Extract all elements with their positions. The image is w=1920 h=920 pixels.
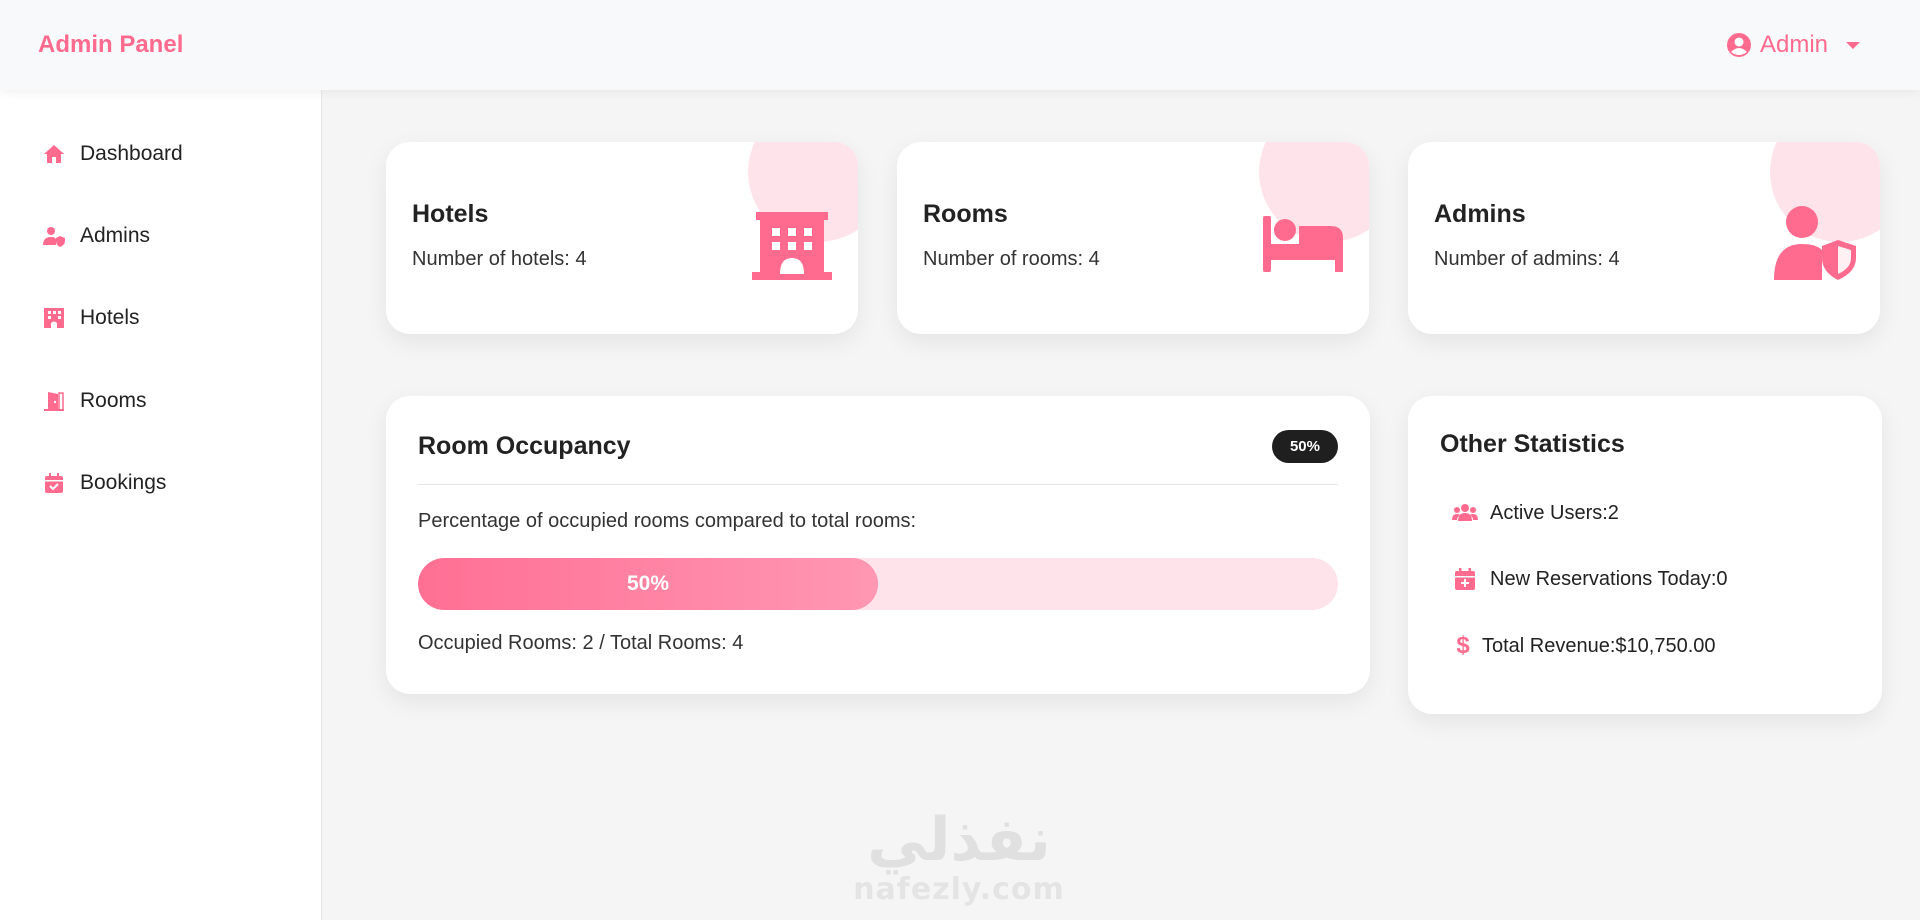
top-navbar: Admin Panel Admin bbox=[0, 0, 1920, 90]
user-shield-icon bbox=[43, 227, 65, 247]
brand-title[interactable]: Admin Panel bbox=[38, 31, 183, 59]
watermark: نفذلي nafezly.com bbox=[852, 808, 1066, 907]
sidebar-item-label: Admins bbox=[80, 224, 151, 247]
sidebar-item-admins[interactable]: Admins bbox=[42, 224, 150, 248]
sidebar-item-label: Hotels bbox=[80, 306, 140, 329]
admin-user-label: Admin bbox=[1759, 31, 1828, 58]
new-reservations-stat: New Reservations Today:0 bbox=[1452, 566, 1728, 592]
total-revenue-stat: $ Total Revenue:$10,750.00 bbox=[1452, 632, 1716, 660]
users-icon bbox=[1452, 504, 1478, 521]
user-circle-icon bbox=[1726, 33, 1751, 57]
hotel-icon bbox=[44, 308, 64, 328]
occupancy-badge: 50% bbox=[1271, 430, 1338, 463]
sidebar-item-rooms[interactable]: Rooms bbox=[42, 389, 147, 413]
occupancy-progress-fill: 50% bbox=[418, 558, 878, 610]
progress-label: 50% bbox=[626, 572, 670, 595]
occupancy-description: Percentage of occupied rooms compared to… bbox=[418, 510, 917, 532]
other-statistics-card: Other Statistics Active Users:2 New Rese… bbox=[1408, 396, 1882, 714]
home-icon bbox=[44, 145, 64, 163]
stat-count: Number of hotels: 4 bbox=[412, 248, 587, 270]
admin-user-dropdown[interactable]: Admin bbox=[1726, 31, 1860, 59]
sidebar-item-bookings[interactable]: Bookings bbox=[42, 471, 166, 495]
other-statistics-title: Other Statistics bbox=[1440, 430, 1625, 458]
stat-title: Admins bbox=[1434, 200, 1526, 228]
calendar-check-icon bbox=[45, 473, 63, 493]
sidebar-item-label: Bookings bbox=[80, 471, 167, 494]
divider bbox=[418, 484, 1338, 485]
door-open-icon bbox=[44, 392, 64, 411]
sidebar-item-label: Dashboard bbox=[80, 142, 183, 165]
stat-title: Hotels bbox=[412, 200, 489, 228]
occupancy-title: Room Occupancy bbox=[418, 432, 631, 460]
sidebar-item-hotels[interactable]: Hotels bbox=[42, 306, 140, 330]
active-users-stat: Active Users:2 bbox=[1452, 500, 1619, 526]
calendar-plus-icon bbox=[1455, 568, 1475, 590]
hotel-icon bbox=[752, 212, 832, 280]
active-users-text: Active Users:2 bbox=[1490, 501, 1619, 524]
sidebar: Dashboard Admins Hotels Rooms Bookings bbox=[0, 90, 322, 920]
chevron-down-icon bbox=[1846, 41, 1860, 49]
room-occupancy-card: Room Occupancy 50% Percentage of occupie… bbox=[386, 396, 1370, 694]
user-shield-icon bbox=[1774, 206, 1856, 280]
occupancy-footer: Occupied Rooms: 2 / Total Rooms: 4 bbox=[418, 632, 744, 654]
sidebar-item-dashboard[interactable]: Dashboard bbox=[42, 142, 183, 166]
hotels-stat-card: Hotels Number of hotels: 4 bbox=[386, 142, 858, 334]
stat-count: Number of rooms: 4 bbox=[923, 248, 1100, 270]
total-revenue-text: Total Revenue:$10,750.00 bbox=[1482, 634, 1716, 657]
watermark-url: nafezly.com bbox=[853, 872, 1065, 907]
stat-count: Number of admins: 4 bbox=[1434, 248, 1620, 270]
new-reservations-text: New Reservations Today:0 bbox=[1490, 567, 1728, 590]
bed-icon bbox=[1263, 216, 1343, 272]
admins-stat-card: Admins Number of admins: 4 bbox=[1408, 142, 1880, 334]
occupancy-progress-bar: 50% bbox=[418, 558, 1338, 610]
watermark-arabic: نفذلي bbox=[867, 805, 1051, 875]
rooms-stat-card: Rooms Number of rooms: 4 bbox=[897, 142, 1369, 334]
sidebar-item-label: Rooms bbox=[80, 389, 147, 412]
stat-title: Rooms bbox=[923, 200, 1008, 228]
dollar-icon: $ bbox=[1456, 632, 1470, 659]
